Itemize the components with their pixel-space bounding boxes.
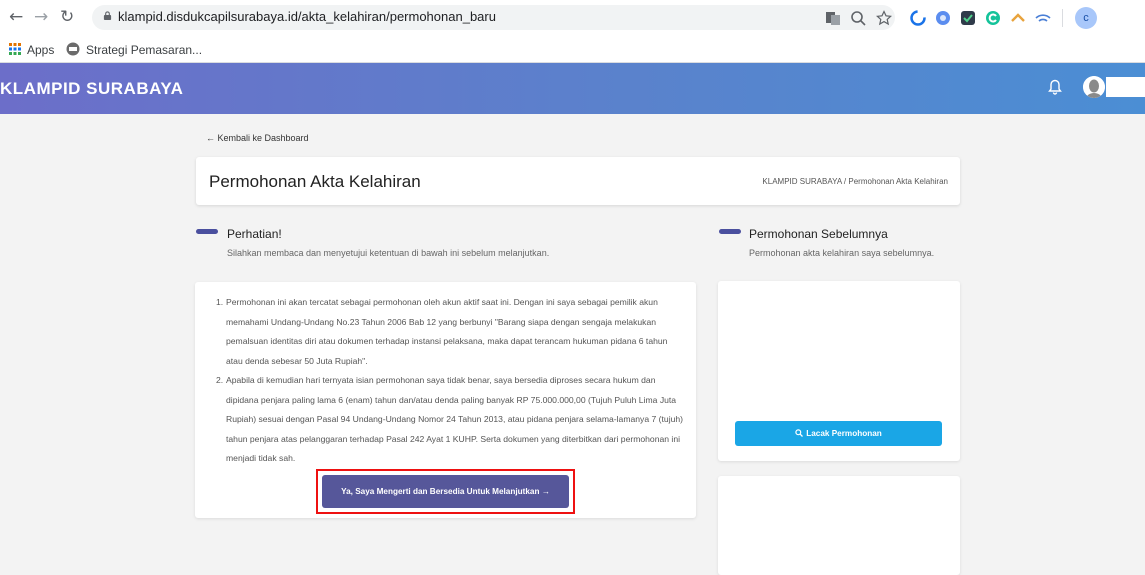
track-request-label: Lacak Permohonan: [806, 429, 882, 438]
browser-toolbar: ← → ↻ klampid.disdukcapilsurabaya.id/akt…: [0, 0, 1145, 36]
breadcrumb: KLAMPID SURABAYA / Permohonan Akta Kelah…: [762, 177, 948, 186]
brand-logo-text[interactable]: KLAMPID SURABAYA: [0, 79, 183, 99]
bookmark-strategi-pemasaran[interactable]: Strategi Pemasaran...: [86, 43, 202, 57]
extension-check-icon[interactable]: [960, 10, 976, 26]
section-accent-bar: [719, 229, 741, 234]
forward-arrow-icon[interactable]: →: [34, 7, 48, 27]
back-to-dashboard-link[interactable]: ← Kembali ke Dashboard: [206, 133, 309, 143]
page-title-card: Permohonan Akta Kelahiran KLAMPID SURABA…: [196, 157, 960, 205]
extension-wifi-icon[interactable]: [1035, 10, 1051, 26]
toolbar-divider: [1062, 9, 1063, 27]
extension-circle-icon[interactable]: [935, 10, 951, 26]
previous-requests-card-2: [718, 476, 960, 575]
translate-icon[interactable]: [825, 10, 841, 26]
previous-title: Permohonan Sebelumnya: [749, 227, 888, 241]
back-arrow-icon[interactable]: ←: [9, 7, 23, 27]
reload-icon[interactable]: ↻: [60, 7, 74, 27]
section-accent-bar: [196, 229, 218, 234]
star-icon[interactable]: [876, 10, 892, 26]
extension-sync-icon[interactable]: [910, 10, 926, 26]
terms-list: 1. Permohonan ini akan tercatat sebagai p…: [216, 293, 686, 469]
search-icon: [795, 429, 804, 437]
zoom-icon[interactable]: [850, 10, 866, 26]
notice-title: Perhatian!: [227, 227, 282, 241]
bell-icon[interactable]: [1048, 79, 1062, 95]
apps-grid-icon[interactable]: [9, 43, 21, 55]
extension-arrow-icon[interactable]: [1010, 10, 1026, 26]
user-avatar[interactable]: [1083, 76, 1105, 98]
bookmarks-bar: Apps Strategi Pemasaran...: [0, 36, 1145, 63]
track-request-button[interactable]: Lacak Permohonan: [735, 421, 942, 446]
lock-icon: [103, 11, 112, 20]
user-silhouette-icon: [1083, 76, 1105, 98]
highlight-frame: [316, 469, 575, 514]
notice-subtitle: Silahkan membaca dan menyetujui ketentua…: [227, 248, 550, 258]
user-name-redacted: [1106, 77, 1145, 97]
url-text[interactable]: klampid.disdukcapilsurabaya.id/akta_kela…: [118, 9, 496, 24]
term-item: 1. Permohonan ini akan tercatat sebagai p…: [216, 297, 668, 366]
grammarly-icon[interactable]: [985, 10, 1001, 26]
bookmark-favicon-icon: [66, 42, 80, 56]
profile-avatar[interactable]: c: [1075, 7, 1097, 29]
previous-subtitle: Permohonan akta kelahiran saya sebelumny…: [749, 248, 935, 258]
term-item: 2. Apabila di kemudian hari ternyata isia…: [216, 375, 684, 463]
page-title: Permohonan Akta Kelahiran: [209, 172, 421, 191]
bookmark-apps[interactable]: Apps: [27, 43, 54, 57]
app-header: KLAMPID SURABAYA: [0, 63, 1145, 114]
